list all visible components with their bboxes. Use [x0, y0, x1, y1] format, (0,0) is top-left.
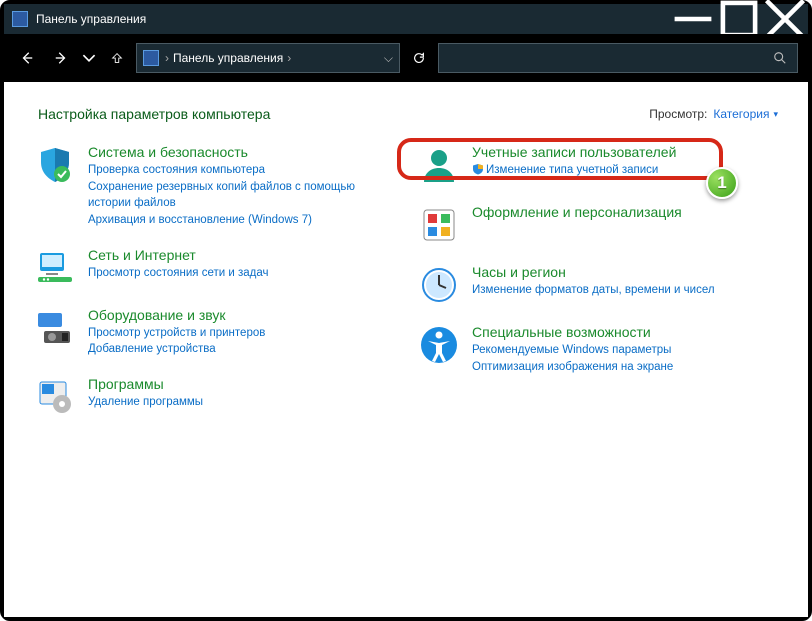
forward-button[interactable]: [44, 34, 78, 82]
category-title[interactable]: Учетные записи пользователей: [472, 144, 778, 160]
uac-shield-icon: [472, 163, 484, 175]
up-button[interactable]: [100, 34, 134, 82]
nav-bar: › Панель управления › ⌵: [4, 34, 808, 82]
category-title[interactable]: Специальные возможности: [472, 324, 778, 340]
category-title[interactable]: Оборудование и звук: [88, 307, 394, 323]
category-sub[interactable]: Удаление программы: [88, 394, 394, 411]
clock-icon: [418, 264, 460, 306]
control-panel-icon: [143, 50, 159, 66]
category-appearance: Оформление и персонализация: [418, 204, 778, 246]
category-sub[interactable]: Сохранение резервных копий файлов с помо…: [88, 179, 394, 212]
chevron-right-icon: ›: [165, 51, 169, 65]
category-system-security: Система и безопасность Проверка состояни…: [34, 144, 394, 229]
step-badge: 1: [706, 167, 738, 199]
content-area: Настройка параметров компьютера Просмотр…: [4, 82, 808, 617]
recent-dropdown[interactable]: [78, 34, 100, 82]
category-title[interactable]: Программы: [88, 376, 394, 392]
category-sub[interactable]: Добавление устройства: [88, 341, 394, 358]
window-title: Панель управления: [36, 12, 146, 26]
accessibility-icon: [418, 324, 460, 366]
appearance-icon: [418, 204, 460, 246]
maximize-button[interactable]: [716, 4, 762, 34]
address-bar[interactable]: › Панель управления › ⌵: [136, 43, 400, 73]
control-panel-icon: [12, 11, 28, 27]
category-clock-region: Часы и регион Изменение форматов даты, в…: [418, 264, 778, 306]
category-sub[interactable]: Проверка состояния компьютера: [88, 162, 394, 179]
close-button[interactable]: [762, 4, 808, 34]
search-icon: [773, 51, 787, 65]
programs-icon: [34, 376, 76, 418]
category-accessibility: Специальные возможности Рекомендуемые Wi…: [418, 324, 778, 375]
left-column: Система и безопасность Проверка состояни…: [34, 144, 394, 436]
view-by-label: Просмотр:: [649, 107, 707, 121]
chevron-right-icon[interactable]: ›: [287, 51, 291, 65]
category-programs: Программы Удаление программы: [34, 376, 394, 418]
search-input[interactable]: [438, 43, 798, 73]
shield-icon: [34, 144, 76, 186]
category-sub[interactable]: Просмотр устройств и принтеров: [88, 325, 394, 342]
chevron-down-icon[interactable]: ⌵: [384, 51, 393, 66]
breadcrumb-root[interactable]: Панель управления: [173, 51, 283, 65]
category-title[interactable]: Система и безопасность: [88, 144, 394, 160]
title-bar: Панель управления: [4, 4, 808, 34]
view-by: Просмотр: Категория: [649, 107, 778, 121]
category-sub[interactable]: Оптимизация изображения на экране: [472, 359, 778, 376]
category-title[interactable]: Сеть и Интернет: [88, 247, 394, 263]
category-sub[interactable]: Просмотр состояния сети и задач: [88, 265, 394, 282]
view-by-dropdown[interactable]: Категория: [713, 107, 778, 121]
category-hardware: Оборудование и звук Просмотр устройств и…: [34, 307, 394, 358]
user-icon: [418, 144, 460, 186]
refresh-button[interactable]: [402, 34, 436, 82]
category-network: Сеть и Интернет Просмотр состояния сети …: [34, 247, 394, 289]
back-button[interactable]: [10, 34, 44, 82]
category-sub[interactable]: Рекомендуемые Windows параметры: [472, 342, 778, 359]
category-title[interactable]: Оформление и персонализация: [472, 204, 778, 220]
category-title[interactable]: Часы и регион: [472, 264, 778, 280]
network-icon: [34, 247, 76, 289]
hardware-icon: [34, 307, 76, 349]
page-title: Настройка параметров компьютера: [38, 106, 649, 122]
category-sub[interactable]: Архивация и восстановление (Windows 7): [88, 212, 394, 229]
minimize-button[interactable]: [670, 4, 716, 34]
category-sub[interactable]: Изменение форматов даты, времени и чисел: [472, 282, 778, 299]
